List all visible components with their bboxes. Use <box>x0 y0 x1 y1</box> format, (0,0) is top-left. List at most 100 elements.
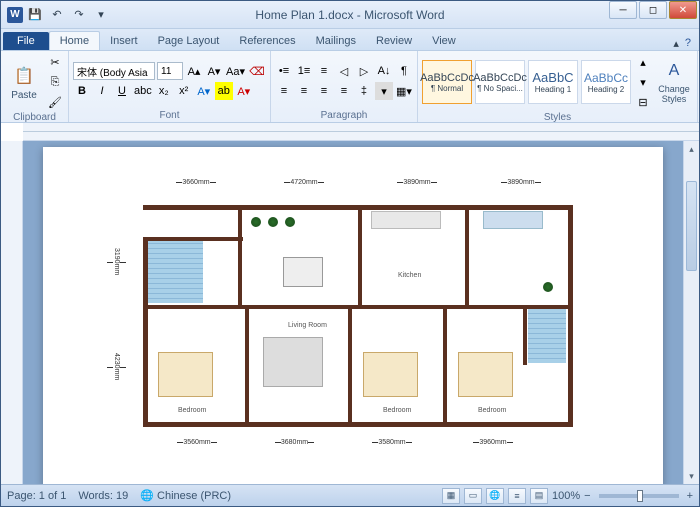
document-page[interactable]: 3660mm 4720mm 3890mm 3890mm 3190mm 4230m… <box>43 147 663 484</box>
decrease-indent-button[interactable]: ◁ <box>335 62 353 80</box>
tab-file[interactable]: File <box>3 32 49 50</box>
vertical-ruler[interactable] <box>1 141 23 484</box>
bed-icon <box>363 352 418 397</box>
tab-review[interactable]: Review <box>366 32 422 50</box>
font-color-button[interactable]: A▾ <box>235 82 253 100</box>
full-screen-view-button[interactable]: ▭ <box>464 488 482 504</box>
justify-button[interactable]: ≡ <box>335 82 353 100</box>
tab-home[interactable]: Home <box>49 31 100 50</box>
tab-mailings[interactable]: Mailings <box>306 32 366 50</box>
change-styles-button[interactable]: A Change Styles <box>655 56 693 108</box>
web-layout-view-button[interactable]: 🌐 <box>486 488 504 504</box>
show-marks-button[interactable]: ¶ <box>395 62 413 80</box>
scroll-thumb[interactable] <box>686 181 697 271</box>
help-icon[interactable]: ? <box>685 37 691 50</box>
scroll-down-icon[interactable]: ▾ <box>684 468 699 484</box>
format-painter-button[interactable]: 🖌 <box>46 93 64 111</box>
sort-button[interactable]: A↓ <box>375 62 393 80</box>
style-normal[interactable]: AaBbCcDc ¶ Normal <box>422 60 472 104</box>
qat-customize-icon[interactable]: ▾ <box>91 5 111 25</box>
subscript-button[interactable]: x₂ <box>155 82 173 100</box>
scroll-up-icon[interactable]: ▴ <box>684 141 699 157</box>
outline-view-button[interactable]: ≡ <box>508 488 526 504</box>
zoom-slider[interactable] <box>599 494 679 498</box>
page-indicator[interactable]: Page: 1 of 1 <box>7 490 66 502</box>
increase-indent-button[interactable]: ▷ <box>355 62 373 80</box>
horizontal-ruler[interactable] <box>23 123 699 141</box>
borders-button[interactable]: ▦▾ <box>395 82 413 100</box>
font-family-combo[interactable]: 宋体 (Body Asia <box>73 62 155 80</box>
sofa-icon <box>263 337 323 387</box>
quick-access-toolbar: W 💾 ↶ ↷ ▾ <box>1 5 111 25</box>
bold-button[interactable]: B <box>73 82 91 100</box>
dimension-label: 3890mm <box>471 179 571 186</box>
dimension-label: 3660mm <box>151 179 241 186</box>
change-styles-icon: A <box>662 59 686 83</box>
save-icon[interactable]: 💾 <box>25 5 45 25</box>
document-area[interactable]: 3660mm 4720mm 3890mm 3890mm 3190mm 4230m… <box>23 141 683 484</box>
zoom-level[interactable]: 100% <box>552 490 580 502</box>
group-clipboard: 📋 Paste ✂ ⎘ 🖌 Clipboard <box>1 51 69 122</box>
styles-more[interactable]: ⊟ <box>634 93 652 111</box>
minimize-button[interactable]: ─ <box>609 1 637 19</box>
multilevel-button[interactable]: ≡ <box>315 62 333 80</box>
paste-button[interactable]: 📋 Paste <box>5 56 43 108</box>
style-no-spacing[interactable]: AaBbCcDc ¶ No Spaci... <box>475 60 525 104</box>
styles-scroll-up[interactable]: ▴ <box>634 53 652 71</box>
vertical-scrollbar[interactable]: ▴ ▾ <box>683 141 699 484</box>
word-count[interactable]: Words: 19 <box>78 490 128 502</box>
redo-icon[interactable]: ↷ <box>69 5 89 25</box>
text-effects-button[interactable]: A▾ <box>195 82 213 100</box>
superscript-button[interactable]: x² <box>175 82 193 100</box>
draft-view-button[interactable]: ▤ <box>530 488 548 504</box>
undo-icon[interactable]: ↶ <box>47 5 67 25</box>
shading-button[interactable]: ▾ <box>375 82 393 100</box>
tab-page-layout[interactable]: Page Layout <box>148 32 230 50</box>
ribbon-minimize-icon[interactable]: ▴ <box>673 37 679 50</box>
print-layout-view-button[interactable]: ▦ <box>442 488 460 504</box>
dimension-label: 3560mm <box>151 439 243 446</box>
underline-button[interactable]: U <box>113 82 131 100</box>
font-size-combo[interactable]: 11 <box>157 62 183 80</box>
styles-scroll-down[interactable]: ▾ <box>634 73 652 91</box>
dimension-label: 3680mm <box>247 439 342 446</box>
clear-formatting-button[interactable]: ⌫ <box>248 62 266 80</box>
paste-icon: 📋 <box>12 64 36 88</box>
tab-insert[interactable]: Insert <box>100 32 148 50</box>
ribbon-tabs: File Home Insert Page Layout References … <box>1 29 699 51</box>
align-center-button[interactable]: ≡ <box>295 82 313 100</box>
word-app-icon[interactable]: W <box>7 7 23 23</box>
room-label: Bedroom <box>383 407 411 414</box>
group-paragraph: •≡ 1≡ ≡ ◁ ▷ A↓ ¶ ≡ ≡ ≡ ≡ ‡ ▾ ▦▾ <box>271 51 418 122</box>
dimension-label: 3580mm <box>346 439 438 446</box>
maximize-button[interactable]: ◻ <box>639 1 667 19</box>
align-left-button[interactable]: ≡ <box>275 82 293 100</box>
cut-button[interactable]: ✂ <box>46 53 64 71</box>
group-styles: AaBbCcDc ¶ Normal AaBbCcDc ¶ No Spaci...… <box>418 51 698 122</box>
counter-icon <box>483 211 543 229</box>
zoom-handle[interactable] <box>637 490 643 502</box>
status-bar: Page: 1 of 1 Words: 19 🌐 Chinese (PRC) ▦… <box>1 484 699 506</box>
zoom-in-button[interactable]: + <box>687 490 693 502</box>
strikethrough-button[interactable]: abc <box>133 82 153 100</box>
grow-font-button[interactable]: A▴ <box>185 62 203 80</box>
line-spacing-button[interactable]: ‡ <box>355 82 373 100</box>
language-indicator[interactable]: 🌐 Chinese (PRC) <box>140 489 231 502</box>
change-case-button[interactable]: Aa▾ <box>225 62 246 80</box>
zoom-out-button[interactable]: − <box>584 490 590 502</box>
align-right-button[interactable]: ≡ <box>315 82 333 100</box>
style-heading1[interactable]: AaBbC Heading 1 <box>528 60 578 104</box>
close-button[interactable]: ✕ <box>669 1 697 19</box>
italic-button[interactable]: I <box>93 82 111 100</box>
tab-references[interactable]: References <box>229 32 305 50</box>
tab-view[interactable]: View <box>422 32 466 50</box>
bullets-button[interactable]: •≡ <box>275 62 293 80</box>
highlight-button[interactable]: ab <box>215 82 233 100</box>
ribbon: 📋 Paste ✂ ⎘ 🖌 Clipboard 宋体 (Body Asia 11… <box>1 51 699 123</box>
numbering-button[interactable]: 1≡ <box>295 62 313 80</box>
shrink-font-button[interactable]: A▾ <box>205 62 223 80</box>
style-heading2[interactable]: AaBbCc Heading 2 <box>581 60 631 104</box>
plant-icon <box>268 217 278 227</box>
copy-button[interactable]: ⎘ <box>46 73 64 91</box>
dimension-label: 4720mm <box>245 179 363 186</box>
